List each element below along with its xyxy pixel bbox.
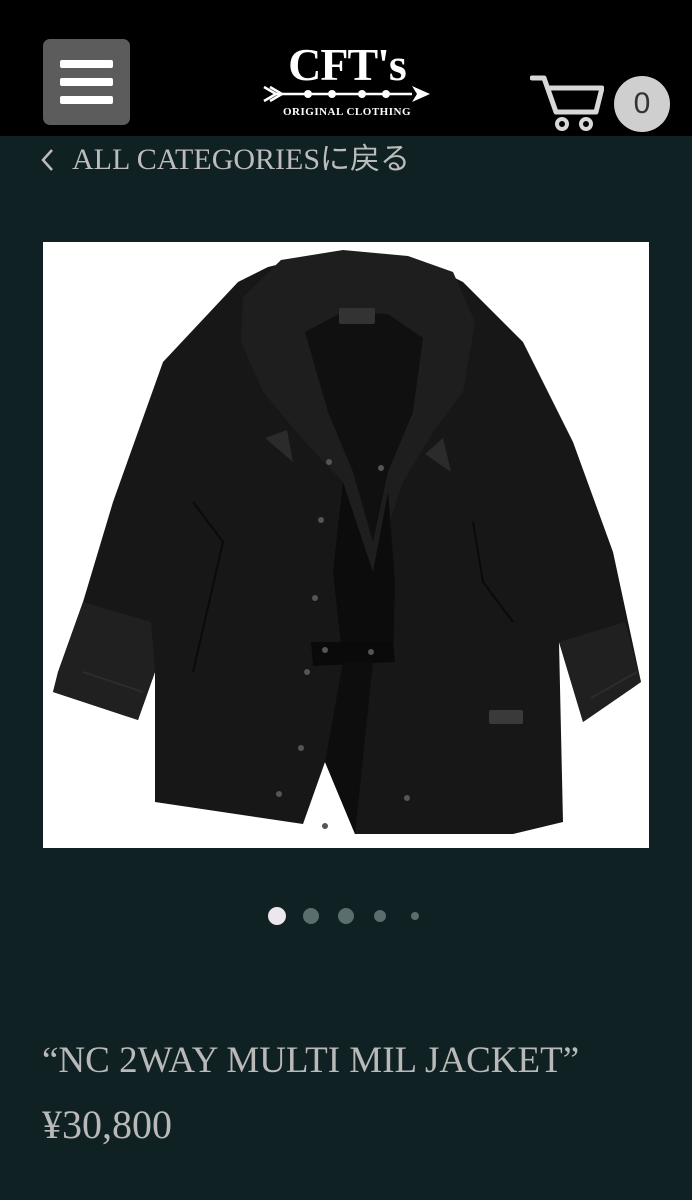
cart-count-badge[interactable]: 0 xyxy=(614,76,670,132)
brand-logo[interactable]: CFT's ORIGINAL CLOTHING xyxy=(262,40,432,125)
product-image[interactable] xyxy=(43,242,649,848)
logo-arrow-icon xyxy=(263,85,430,103)
pagination-dot[interactable] xyxy=(374,910,386,922)
gallery-pagination xyxy=(0,906,692,930)
hamburger-menu-icon-bar xyxy=(60,78,113,86)
back-to-categories-link[interactable]: ALL CATEGORIESに戻る xyxy=(40,140,410,180)
product-title: “NC 2WAY MULTI MIL JACKET” xyxy=(42,1040,580,1081)
hamburger-menu-icon-bar xyxy=(60,96,113,104)
pagination-dot[interactable] xyxy=(338,908,354,924)
site-header: CFT's ORIGINAL CLOTHING 0 xyxy=(0,0,692,136)
logo-title: CFT's xyxy=(288,39,407,90)
hamburger-menu-icon-bar xyxy=(60,60,113,68)
menu-button[interactable] xyxy=(43,39,130,125)
pagination-dot[interactable] xyxy=(303,908,319,924)
pagination-dot-active[interactable] xyxy=(268,907,286,925)
cart-icon[interactable] xyxy=(530,72,604,132)
product-price: ¥30,800 xyxy=(42,1102,172,1147)
jacket-illustration xyxy=(53,250,641,834)
back-link-label: ALL CATEGORIESに戻る xyxy=(72,143,411,176)
pagination-dot[interactable] xyxy=(411,912,419,920)
logo-subtitle: ORIGINAL CLOTHING xyxy=(283,106,411,118)
chevron-left-icon xyxy=(41,149,53,171)
